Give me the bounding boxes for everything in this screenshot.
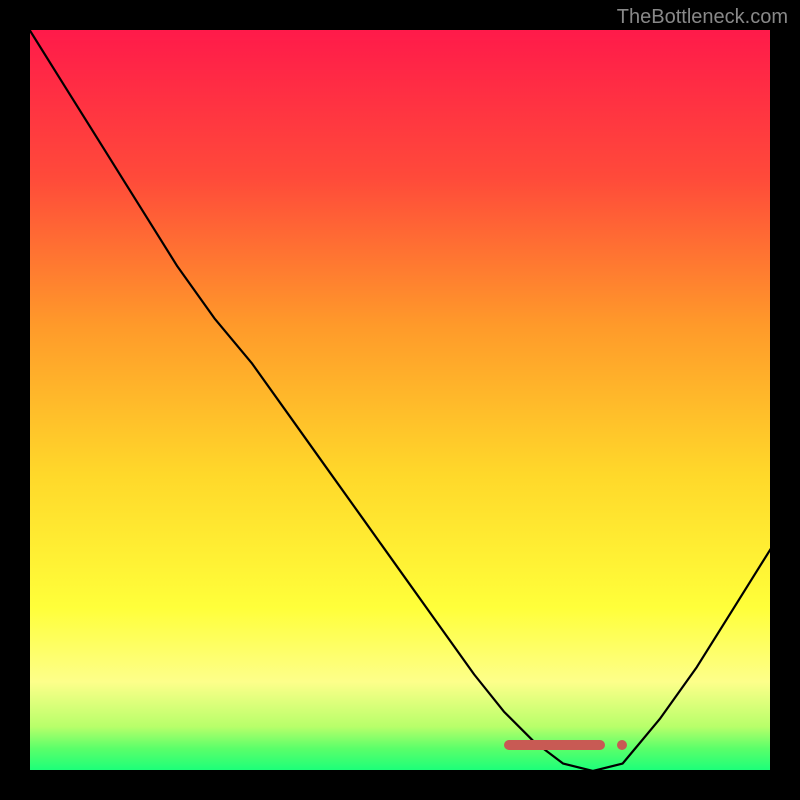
optimal-range-bar	[504, 740, 605, 750]
chart-plot-area	[29, 29, 771, 771]
optimal-range-end-dot	[617, 740, 627, 750]
chart-curve	[29, 29, 771, 771]
watermark-text: TheBottleneck.com	[617, 6, 788, 29]
